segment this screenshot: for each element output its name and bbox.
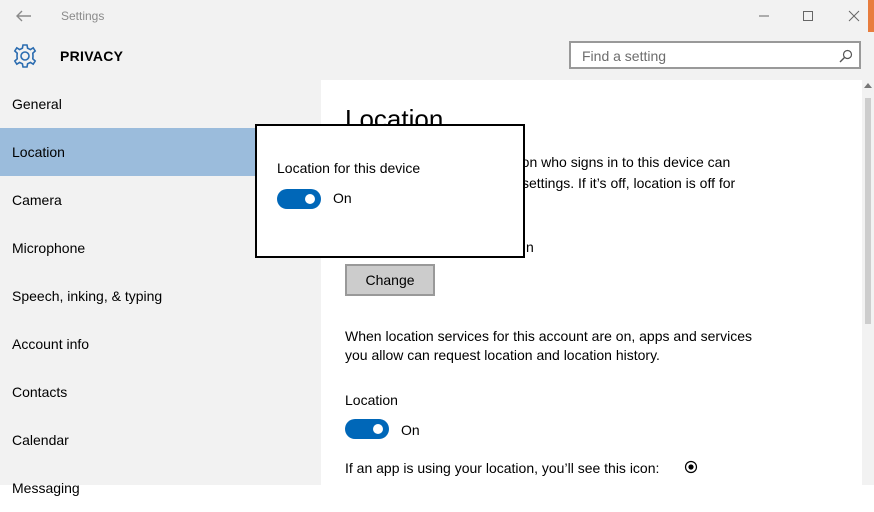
scrollbar[interactable] (862, 80, 874, 485)
device-location-flyout: Location for this device On (255, 124, 525, 258)
search-icon[interactable] (839, 49, 853, 63)
sidebar-item-label: Messaging (12, 480, 80, 496)
close-icon (848, 10, 860, 22)
location-in-use-icon (684, 460, 698, 474)
sidebar-item-general[interactable]: General (0, 80, 321, 128)
location-icon-text: If an app is using your location, you’ll… (345, 460, 660, 476)
account-text-line-2: you allow can request location and locat… (345, 347, 660, 363)
location-toggle-state: On (401, 422, 420, 438)
sidebar-item-calendar[interactable]: Calendar (0, 416, 321, 464)
search-box[interactable]: Find a setting (569, 41, 861, 69)
flyout-title: Location for this device (277, 160, 421, 176)
change-button[interactable]: Change (345, 264, 435, 296)
sidebar-item-label: Speech, inking, & typing (12, 288, 163, 304)
sidebar-item-label: General (12, 96, 62, 112)
device-status-fragment: n (526, 239, 534, 255)
back-arrow-icon[interactable] (12, 7, 36, 25)
account-text-line-1: When location services for this account … (345, 328, 752, 344)
location-label: Location (345, 392, 398, 408)
toggle-knob (373, 424, 383, 434)
description-line-1: rson who signs in to this device can (510, 154, 731, 170)
scroll-up-icon[interactable] (864, 83, 872, 88)
sidebar-item-label: Camera (12, 192, 62, 208)
sidebar-item-contacts[interactable]: Contacts (0, 368, 321, 416)
sidebar-item-speech[interactable]: Speech, inking, & typing (0, 272, 321, 320)
window-edge (868, 0, 874, 32)
search-placeholder[interactable]: Find a setting (582, 48, 666, 64)
sidebar-item-label: Microphone (12, 240, 86, 256)
sidebar-item-account-info[interactable]: Account info (0, 320, 321, 368)
section-title: PRIVACY (60, 48, 124, 64)
window-title: Settings (61, 9, 105, 23)
sidebar-item-messaging[interactable]: Messaging (0, 464, 321, 512)
description-line-2: settings. If it’s off, location is off f… (522, 175, 736, 191)
minimize-button[interactable] (741, 0, 787, 32)
scrollbar-thumb[interactable] (865, 98, 871, 324)
device-location-toggle[interactable] (277, 189, 321, 209)
toggle-knob (305, 194, 315, 204)
title-bar: Settings (0, 0, 874, 32)
sidebar-item-label: Account info (12, 336, 90, 352)
gear-icon (13, 44, 37, 68)
minimize-icon (759, 15, 769, 17)
maximize-icon (803, 11, 813, 21)
sidebar-item-label: Contacts (12, 384, 68, 400)
sidebar-item-label: Calendar (12, 432, 69, 448)
flyout-toggle-state: On (333, 190, 352, 206)
sidebar-item-label: Location (12, 144, 65, 160)
settings-header: PRIVACY Find a setting (0, 32, 874, 80)
location-toggle[interactable] (345, 419, 389, 439)
maximize-button[interactable] (785, 0, 831, 32)
